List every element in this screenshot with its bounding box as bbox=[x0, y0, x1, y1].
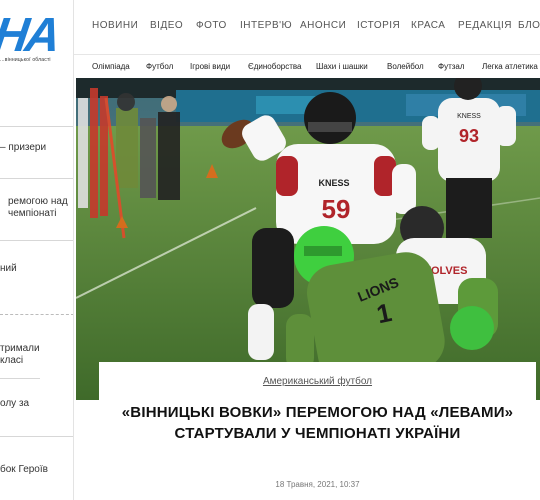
sidebar-divider bbox=[0, 240, 73, 241]
sidebar-news-item[interactable]: ний bbox=[0, 263, 73, 275]
jersey-back-number: 93 bbox=[459, 126, 479, 146]
article-category[interactable]: Американський футбол bbox=[99, 376, 536, 387]
main-navigation: НОВИНИ ВІДЕО ФОТО ІНТЕРВ'Ю АНОНСИ ІСТОРІ… bbox=[74, 0, 540, 54]
subnav-team-sports[interactable]: Ігрові види bbox=[190, 62, 230, 71]
article-headline[interactable]: «ВІННИЦЬКІ ВОВКИ» ПЕРЕМОГОЮ НАД «ЛЕВАМИ»… bbox=[119, 402, 516, 444]
nav-item-history[interactable]: ІСТОРІЯ bbox=[357, 20, 400, 31]
subnav-football[interactable]: Футбол bbox=[146, 62, 173, 71]
sidebar-news-item[interactable]: – призери bbox=[0, 142, 73, 154]
nav-item-video[interactable]: ВІДЕО bbox=[150, 20, 183, 31]
logo-subtitle: ...вінницької області bbox=[0, 57, 51, 63]
subnav-martial-arts[interactable]: Єдиноборства bbox=[248, 62, 302, 71]
sports-subnav: Олімпіада Футбол Ігрові види Єдиноборств… bbox=[74, 54, 540, 78]
sidebar-news-item[interactable]: олу за bbox=[0, 398, 73, 410]
sidebar-news-item[interactable]: бок Героїв bbox=[0, 464, 73, 476]
left-sidebar: НА ...вінницької області – призери ремог… bbox=[0, 0, 74, 500]
nav-item-interview[interactable]: ІНТЕРВ'Ю bbox=[240, 20, 292, 31]
nav-item-blog[interactable]: БЛОГ bbox=[518, 20, 540, 31]
sidebar-divider bbox=[0, 378, 40, 379]
jersey-back-brand: KNESS bbox=[457, 113, 481, 120]
nav-item-beauty[interactable]: КРАСА bbox=[411, 20, 445, 31]
subnav-athletics[interactable]: Легка атлетика bbox=[482, 62, 538, 71]
sidebar-news-item[interactable]: ремогою над bbox=[8, 196, 73, 208]
subnav-futsal[interactable]: Футзал bbox=[438, 62, 465, 71]
site-logo[interactable]: НА ...вінницької області bbox=[0, 0, 73, 78]
sidebar-divider bbox=[0, 178, 73, 179]
nav-item-editorial[interactable]: РЕДАКЦІЯ bbox=[458, 20, 512, 31]
nav-item-photo[interactable]: ФОТО bbox=[196, 20, 227, 31]
logo-text: НА bbox=[0, 9, 62, 62]
article-hero-image[interactable]: 93 KNESS KNESS 59 WOLVES LIONS 1 bbox=[76, 78, 540, 400]
sidebar-divider bbox=[0, 436, 73, 437]
article-card: Американський футбол «ВІННИЦЬКІ ВОВКИ» П… bbox=[99, 362, 536, 500]
jersey-front-number: 59 bbox=[322, 194, 351, 224]
subnav-volleyball[interactable]: Волейбол bbox=[387, 62, 424, 71]
jersey-front-brand: KNESS bbox=[318, 178, 349, 188]
sidebar-news-item-cont[interactable]: класі bbox=[0, 355, 73, 367]
sidebar-news-item-cont[interactable]: чемпіонаті bbox=[8, 208, 73, 220]
sidebar-news-item[interactable]: тримали bbox=[0, 343, 73, 355]
nav-item-news[interactable]: НОВИНИ bbox=[92, 20, 138, 31]
nav-item-announcements[interactable]: АНОНСИ bbox=[300, 20, 346, 31]
subnav-olympics[interactable]: Олімпіада bbox=[92, 62, 130, 71]
article-date: 18 Травня, 2021, 10:37 bbox=[275, 480, 360, 489]
subnav-chess[interactable]: Шахи і шашки bbox=[316, 62, 368, 71]
sidebar-divider bbox=[0, 314, 73, 315]
sidebar-divider bbox=[0, 126, 73, 127]
